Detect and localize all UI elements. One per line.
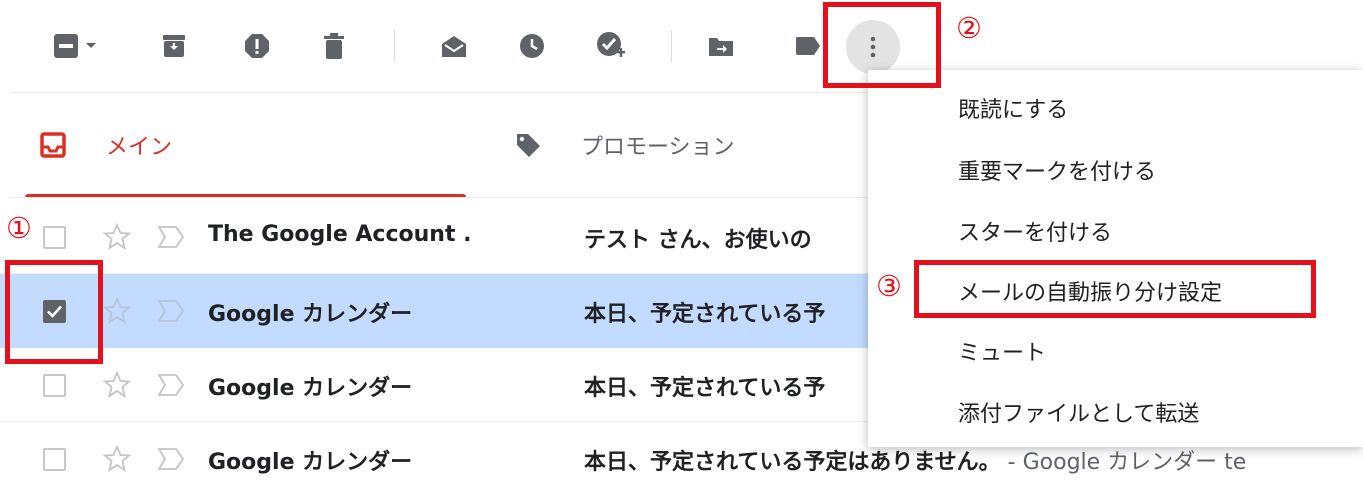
email-subject-text: テスト さん、お使いの	[584, 228, 812, 253]
menu-item-mark-read[interactable]: 既読にする	[958, 92, 1068, 124]
annotation-number-2: ②	[956, 11, 982, 45]
move-to-icon[interactable]	[701, 26, 741, 66]
email-sender: Google カレンダー	[208, 376, 413, 401]
email-subject-text: 本日、予定されている予定はありません。	[584, 450, 1001, 475]
importance-marker-icon[interactable]	[156, 371, 186, 399]
email-subject-text: 本日、予定されている予	[584, 376, 826, 401]
importance-marker-icon[interactable]	[156, 445, 186, 473]
toolbar-separator	[671, 30, 672, 62]
tab-main-label: メイン	[106, 135, 173, 160]
menu-item-add-star[interactable]: スターを付ける	[958, 215, 1112, 247]
tab-main[interactable]: メイン	[40, 93, 460, 197]
email-subject: テスト さん、お使いの	[584, 222, 812, 254]
report-spam-icon[interactable]	[237, 26, 277, 66]
importance-marker-icon[interactable]	[156, 223, 186, 251]
tag-icon	[517, 134, 540, 157]
tab-promotions[interactable]: プロモーション	[515, 93, 845, 197]
star-icon[interactable]	[102, 222, 132, 252]
archive-icon[interactable]	[154, 26, 194, 66]
email-sender: The Google Account .	[208, 222, 472, 247]
row-checkbox[interactable]	[43, 226, 66, 249]
add-to-tasks-icon[interactable]	[591, 26, 631, 66]
inbox-icon	[40, 132, 66, 158]
delete-icon[interactable]	[314, 26, 354, 66]
annotation-number-1: ①	[6, 211, 32, 245]
label-icon[interactable]	[788, 26, 828, 66]
snooze-icon[interactable]	[512, 26, 552, 66]
email-subject-text: 本日、予定されている予	[584, 302, 826, 327]
highlight-box-more-button	[823, 2, 941, 88]
tab-promotions-label: プロモーション	[581, 135, 735, 160]
highlight-box-filter-item	[914, 260, 1316, 318]
menu-item-mark-important[interactable]: 重要マークを付ける	[958, 154, 1156, 186]
email-sender: Google カレンダー	[208, 302, 413, 327]
mark-read-icon[interactable]	[434, 26, 474, 66]
email-sender: Google カレンダー	[208, 450, 413, 475]
annotation-number-3: ③	[876, 269, 902, 303]
importance-marker-icon[interactable]	[156, 297, 186, 325]
star-icon[interactable]	[102, 444, 132, 474]
star-icon[interactable]	[102, 296, 132, 326]
row-checkbox[interactable]	[43, 448, 66, 471]
email-snippet: - Google カレンダー te	[1000, 450, 1247, 475]
menu-item-forward-attachment[interactable]: 添付ファイルとして転送	[958, 396, 1199, 428]
highlight-box-checkbox	[5, 260, 103, 364]
menu-item-mute[interactable]: ミュート	[958, 335, 1046, 367]
dropdown-caret-icon[interactable]	[78, 26, 104, 66]
email-subject: 本日、予定されている予定はありません。 - Google カレンダー te	[584, 444, 1246, 476]
more-options-menu: 既読にする 重要マークを付ける スターを付ける メールの自動振り分け設定 ミュー…	[868, 70, 1363, 447]
toolbar-separator	[394, 30, 395, 62]
email-subject: 本日、予定されている予	[584, 370, 825, 402]
star-icon[interactable]	[102, 370, 132, 400]
row-checkbox[interactable]	[43, 374, 66, 397]
email-subject: 本日、予定されている予	[584, 296, 825, 328]
